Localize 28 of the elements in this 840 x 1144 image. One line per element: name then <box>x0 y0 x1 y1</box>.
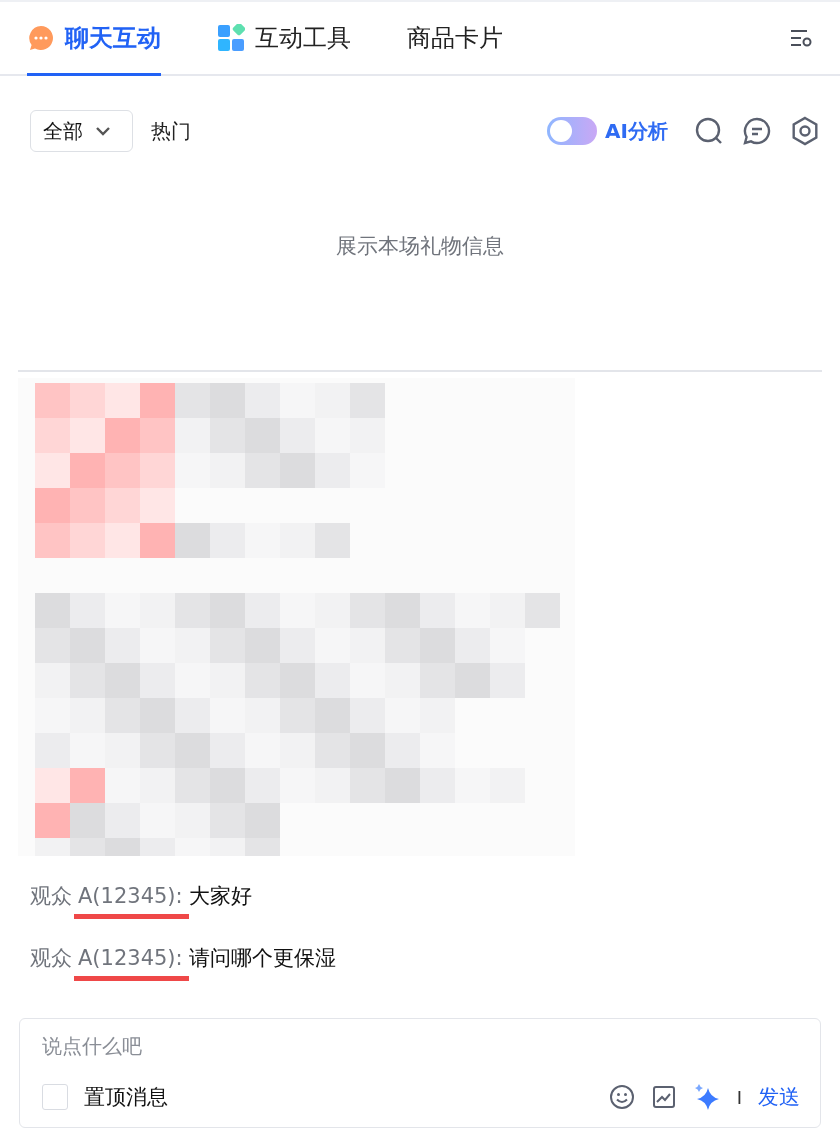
message-icon[interactable] <box>742 116 772 146</box>
filter-dropdown[interactable]: 全部 <box>30 110 133 152</box>
separator: I <box>736 1086 742 1108</box>
tab[interactable]: 聊天互动 <box>27 2 161 76</box>
tab[interactable]: 互动工具 <box>217 2 351 76</box>
chevron-down-icon <box>95 126 111 136</box>
ai-toggle[interactable] <box>547 117 598 145</box>
emoji-icon[interactable] <box>608 1084 635 1110</box>
viewer-label: 观众 <box>30 945 72 972</box>
message-composer[interactable]: 说点什么吧 置顶消息 I 发送 <box>19 1018 821 1128</box>
pin-message-label[interactable]: 置顶消息 <box>84 1083 168 1111</box>
user-id: A(12345): <box>78 884 183 908</box>
viewer-label: 观众 <box>30 883 72 910</box>
settings-icon[interactable] <box>790 116 820 146</box>
send-button[interactable]: 发送 <box>758 1083 800 1111</box>
user-id: A(12345): <box>78 946 183 970</box>
image-icon[interactable] <box>650 1084 677 1110</box>
ai-analysis-label[interactable]: AI分析 <box>605 117 668 145</box>
checkbox[interactable] <box>42 1084 68 1110</box>
message-text: 请问哪个更保湿 <box>188 945 336 972</box>
chat-bubble-icon <box>27 23 55 52</box>
empty-text: 展示本场礼物信息 <box>336 233 504 260</box>
search-icon[interactable] <box>694 116 724 146</box>
hot-filter[interactable]: 热门 <box>151 117 191 145</box>
list-settings-icon[interactable] <box>789 28 813 48</box>
message-text: 大家好 <box>188 883 252 910</box>
tiles-icon <box>217 23 245 52</box>
tab[interactable]: 商品卡片 <box>407 2 503 76</box>
